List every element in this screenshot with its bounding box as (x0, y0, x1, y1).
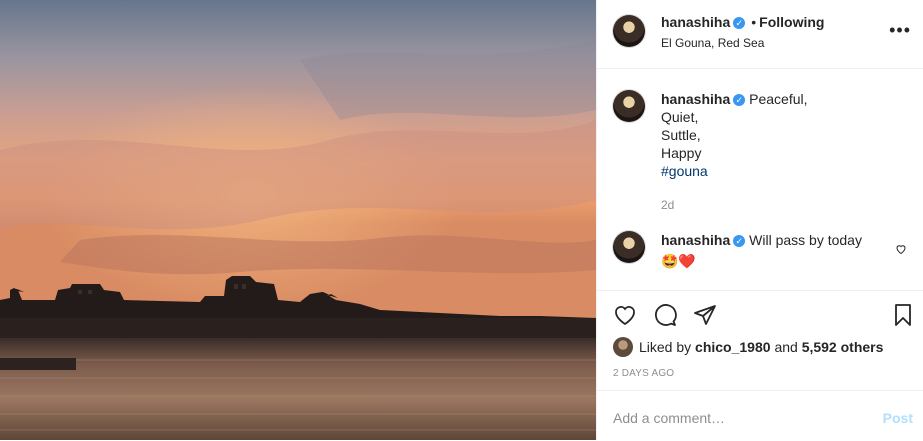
caption-username[interactable]: hanashiha (661, 91, 730, 107)
verified-badge-icon: ✓ (733, 94, 746, 106)
caption-line-3: Suttle, (661, 127, 701, 143)
comment-text: Will pass by today (749, 232, 862, 248)
post-location[interactable]: El Gouna, Red Sea (661, 36, 764, 50)
post-comment-button[interactable]: Post (883, 410, 913, 426)
likes-middle: and (774, 339, 798, 355)
caption-line-1: Peaceful, (749, 91, 808, 107)
comment-bubble-icon[interactable] (653, 303, 677, 327)
share-send-icon[interactable] (693, 303, 717, 327)
like-comment-heart-icon[interactable] (895, 243, 907, 255)
verified-badge-icon: ✓ (733, 235, 746, 247)
following-button[interactable]: Following (759, 14, 824, 30)
verified-badge-icon: ✓ (733, 17, 746, 29)
like-heart-icon[interactable] (613, 303, 637, 327)
liker-username[interactable]: chico_1980 (695, 339, 771, 355)
author-avatar[interactable] (613, 15, 645, 47)
instagram-post: hanashiha ✓ • Following El Gouna, Red Sea •… (0, 0, 923, 440)
author-username[interactable]: hanashiha (661, 14, 730, 30)
caption-line-4: Happy (661, 145, 702, 161)
caption-body: hanashiha ✓ Peaceful, Quiet, Suttle, Happ… (661, 90, 907, 214)
add-comment-bar: Add a comment… Post (597, 390, 923, 441)
header-author-line: hanashiha ✓ • Following (661, 14, 824, 30)
action-bar (597, 290, 923, 339)
caption-age[interactable]: 2d (661, 196, 907, 214)
sunset-landscape (0, 0, 596, 440)
liker-avatar[interactable] (613, 337, 633, 357)
likes-summary: Liked by chico_1980 and 5,592 others (613, 337, 883, 357)
more-options-icon[interactable]: ••• (889, 20, 911, 41)
post-side-panel: hanashiha ✓ • Following El Gouna, Red Sea •… (596, 0, 923, 440)
caption-line-2: Quiet, (661, 109, 699, 125)
comment-emojis: 🤩❤️ (661, 253, 696, 269)
likes-prefix: Liked by (639, 339, 692, 355)
comment: hanashiha ✓ Will pass by today 🤩❤️ (613, 231, 907, 270)
hashtag-link[interactable]: #gouna (661, 162, 907, 180)
caption-avatar[interactable] (613, 90, 645, 122)
commenter-avatar[interactable] (613, 231, 645, 263)
save-bookmark-icon[interactable] (891, 303, 915, 327)
caption: hanashiha ✓ Peaceful, Quiet, Suttle, Happ… (613, 90, 907, 214)
likes-others-link[interactable]: 5,592 others (802, 339, 884, 355)
post-header: hanashiha ✓ • Following El Gouna, Red Sea •… (597, 0, 923, 69)
separator-dot: • (751, 14, 757, 30)
add-comment-input[interactable]: Add a comment… (613, 410, 725, 426)
comment-body: hanashiha ✓ Will pass by today 🤩❤️ (661, 231, 907, 270)
post-timestamp[interactable]: 2 DAYS AGO (613, 368, 674, 379)
post-photo[interactable] (0, 0, 596, 440)
commenter-username[interactable]: hanashiha (661, 232, 730, 248)
